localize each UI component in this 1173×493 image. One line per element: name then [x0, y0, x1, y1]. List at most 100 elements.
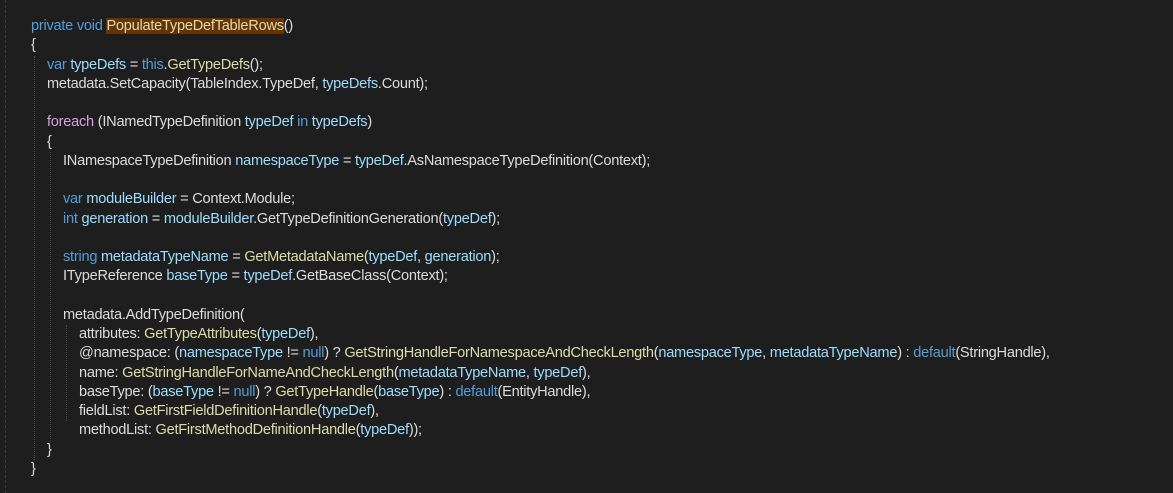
- code-token: SetCapacity: [109, 75, 186, 92]
- code-token: typeDef: [360, 422, 409, 439]
- code-line[interactable]: string metadataTypeName = GetMetadataNam…: [63, 248, 500, 267]
- code-token: typeDef: [261, 326, 310, 342]
- code-line[interactable]: var moduleBuilder = Context.Module;: [63, 190, 295, 209]
- code-token: in: [293, 114, 312, 131]
- code-token: (INamedTypeDefinition: [93, 114, 245, 131]
- code-token: moduleBuilder: [163, 210, 254, 227]
- code-token: GetTypeAttributes: [144, 326, 257, 342]
- code-token: var: [63, 191, 87, 208]
- code-line[interactable]: {: [31, 36, 36, 55]
- code-token: metadata.: [47, 75, 110, 92]
- code-token: @namespace: (: [79, 345, 179, 362]
- code-token: metadataTypeName: [398, 364, 526, 381]
- code-token: typeDefs: [311, 114, 368, 131]
- code-token: name:: [79, 364, 123, 381]
- code-line[interactable]: metadata.AddTypeDefinition(: [63, 306, 245, 325]
- code-token: ,: [762, 345, 770, 362]
- code-token: namespaceType: [178, 345, 283, 362]
- code-line[interactable]: {: [47, 133, 52, 152]
- code-token: typeDef: [442, 210, 492, 227]
- code-token: typeDef: [354, 152, 404, 169]
- code-line[interactable]: private void PopulateTypeDefTableRows(): [31, 17, 293, 36]
- code-token: GetFirstFieldDefinitionHandle: [133, 403, 318, 419]
- code-token: =: [147, 210, 164, 227]
- code-token: (): [283, 18, 294, 34]
- code-token: typeDef: [321, 403, 371, 419]
- code-token: !=: [282, 345, 303, 362]
- code-line[interactable]: foreach (INamedTypeDefinition typeDef in…: [47, 113, 372, 132]
- code-token: baseType: [166, 268, 228, 285]
- code-token: GetMetadataName: [244, 249, 364, 265]
- code-line[interactable]: metadata.SetCapacity(TableIndex.TypeDef,…: [47, 75, 428, 94]
- code-line[interactable]: int generation = moduleBuilder.GetTypeDe…: [63, 210, 500, 229]
- code-token: metadata.AddTypeDefinition(: [63, 306, 245, 323]
- code-token: GetTypeDefs: [167, 56, 250, 73]
- code-token: typeDef: [244, 114, 294, 131]
- code-token: methodList:: [79, 422, 156, 439]
- code-token: ();: [249, 56, 263, 73]
- code-token: baseType: (: [79, 383, 153, 400]
- code-token: );: [491, 249, 500, 265]
- code-token: ): [367, 114, 372, 131]
- code-line[interactable]: ITypeReference baseType = typeDef.GetBas…: [63, 267, 448, 286]
- code-token: null: [302, 345, 325, 362]
- code-token: .GetTypeDefinitionGeneration(: [253, 210, 443, 227]
- code-token: typeDef: [243, 268, 293, 285]
- code-token: ,: [417, 249, 425, 265]
- code-token: private void: [31, 18, 107, 34]
- code-token: INamespaceTypeDefinition: [63, 152, 236, 169]
- code-token: attributes:: [79, 326, 145, 342]
- code-editor[interactable]: private void PopulateTypeDefTableRows(){…: [0, 0, 1173, 493]
- code-token: .AsNamespaceTypeDefinition(Context);: [403, 152, 651, 169]
- code-line[interactable]: var typeDefs = this.GetTypeDefs();: [47, 56, 263, 75]
- code-token: PopulateTypeDefTableRows: [106, 18, 284, 34]
- code-token: GetStringHandleForNameAndCheckLength: [122, 364, 394, 381]
- code-token: =: [339, 152, 355, 169]
- code-token: typeDef: [533, 364, 583, 381]
- code-line[interactable]: fieldList: GetFirstFieldDefinitionHandle…: [79, 402, 379, 421]
- code-token: typeDefs: [322, 75, 378, 92]
- code-token: ));: [408, 422, 422, 439]
- code-token: string: [63, 249, 101, 265]
- code-token: generation: [424, 249, 492, 265]
- code-token: ITypeReference: [63, 268, 167, 285]
- code-token: =: [227, 268, 244, 285]
- code-token: }: [47, 441, 52, 458]
- code-token: int: [63, 210, 82, 227]
- code-token: metadataTypeName: [101, 249, 229, 265]
- code-token: {: [31, 37, 36, 54]
- code-token: (EntityHandle),: [497, 383, 591, 400]
- code-token: ),: [370, 403, 379, 419]
- indent-guide: [66, 325, 67, 422]
- code-token: (StringHandle),: [955, 345, 1050, 362]
- code-line[interactable]: }: [47, 441, 52, 460]
- code-token: );: [491, 210, 501, 227]
- code-token: }: [31, 460, 36, 477]
- code-line[interactable]: methodList: GetFirstMethodDefinitionHand…: [79, 421, 422, 440]
- code-token: typeDefs: [70, 56, 126, 73]
- code-line[interactable]: INamespaceTypeDefinition namespaceType =…: [63, 152, 650, 171]
- code-token: = Context.Module;: [176, 191, 295, 208]
- code-token: ),: [582, 364, 591, 381]
- code-token: baseType: [152, 383, 215, 400]
- code-token: GetFirstMethodDefinitionHandle: [155, 422, 356, 439]
- margin-guide: [5, 0, 6, 493]
- code-line[interactable]: @namespace: (namespaceType != null) ? Ge…: [79, 344, 1050, 363]
- code-token: GetStringHandleForNamespaceAndCheckLengt…: [344, 345, 654, 362]
- code-token: default: [913, 345, 956, 362]
- code-token: metadataTypeName: [769, 345, 898, 362]
- code-token: {: [47, 133, 52, 150]
- code-line[interactable]: name: GetStringHandleForNameAndCheckLeng…: [79, 364, 591, 383]
- indent-guide: [50, 151, 51, 441]
- code-token: .GetBaseClass(Context);: [292, 268, 448, 285]
- code-token: GetTypeHandle: [275, 383, 374, 400]
- code-line[interactable]: attributes: GetTypeAttributes(typeDef),: [79, 325, 319, 344]
- code-token: generation: [81, 210, 148, 227]
- code-token: fieldList:: [79, 403, 134, 419]
- code-line[interactable]: }: [31, 460, 36, 479]
- code-line[interactable]: baseType: (baseType != null) ? GetTypeHa…: [79, 383, 591, 402]
- code-token: var: [47, 56, 71, 73]
- code-token: moduleBuilder: [86, 191, 177, 208]
- code-token: null: [233, 383, 256, 400]
- code-token: !=: [213, 383, 234, 400]
